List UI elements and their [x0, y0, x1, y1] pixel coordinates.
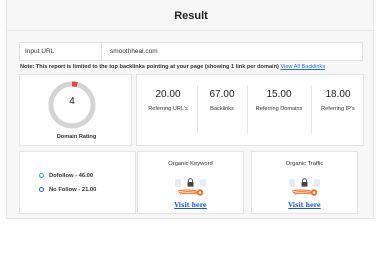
- nofollow-row: No Follow - 21.00: [39, 187, 96, 193]
- organic-traffic-card: Organic Traffic Visit here: [251, 151, 358, 214]
- stat-value: 18.00: [325, 89, 351, 100]
- organic-keyword-card: Organic Keyword Visit here: [137, 151, 244, 214]
- input-url-row: Input URL smoothheal.com: [19, 42, 363, 61]
- stat-value: 67.00: [209, 89, 235, 100]
- blurred-value: [314, 178, 321, 187]
- organic-traffic-visit-link[interactable]: Visit here: [252, 202, 357, 209]
- stat-value: 15.00: [266, 89, 292, 100]
- stat-label: Referring Domains: [255, 106, 303, 112]
- locked-value: [252, 174, 357, 187]
- stat-referring-domains: 15.00 Referring Domains: [249, 89, 309, 112]
- nofollow-dot-icon: [39, 187, 44, 192]
- stat-referring-ips: 18.00 Referring IP's: [313, 89, 363, 112]
- blurred-value: [200, 178, 207, 187]
- stat-label: Referring URL's: [148, 106, 188, 112]
- organic-traffic-title: Organic Traffic: [285, 161, 324, 167]
- domain-rating-gauge: 4: [47, 80, 97, 130]
- dofollow-dot-icon: [39, 173, 44, 178]
- stat-divider: [311, 85, 312, 133]
- stat-divider: [197, 85, 198, 133]
- title-divider: [7, 30, 375, 31]
- input-url-label: Input URL: [20, 43, 102, 60]
- locked-value: [138, 174, 243, 187]
- dofollow-text: Dofollow - 46.00: [49, 173, 94, 179]
- stat-label: Referring IP's: [321, 106, 355, 112]
- backlink-stats-card: 20.00 Referring URL's 67.00 Backlinks 15…: [136, 74, 364, 146]
- report-note: Note: This report is limited to the top …: [20, 64, 370, 70]
- stat-backlinks: 67.00 Backlinks: [201, 89, 243, 112]
- nofollow-text: No Follow - 21.00: [49, 187, 97, 193]
- lock-icon: [187, 178, 194, 187]
- follow-breakdown-card: Dofollow - 46.00 No Follow - 21.00: [19, 151, 136, 214]
- organic-keyword-title: Organic Keyword: [168, 161, 213, 167]
- input-url-value: smoothheal.com: [110, 48, 158, 55]
- blurred-value: [288, 178, 295, 187]
- view-all-backlinks-link[interactable]: View All Backlinks: [280, 64, 325, 70]
- organic-keyword-visit-link[interactable]: Visit here: [138, 202, 243, 209]
- dofollow-row: Dofollow - 46.00: [39, 173, 93, 179]
- blurred-value: [174, 178, 181, 187]
- domain-rating-label: Domain Rating: [56, 134, 97, 140]
- lock-icon: [301, 178, 308, 187]
- stat-referring-urls: 20.00 Referring URL's: [143, 89, 193, 112]
- domain-rating-card: 4 Domain Rating: [19, 74, 132, 146]
- page-title: Result: [174, 10, 208, 22]
- stat-label: Backlinks: [210, 106, 234, 112]
- stat-value: 20.00: [155, 89, 181, 100]
- note-text: Note: This report is limited to the top …: [20, 64, 279, 70]
- domain-rating-value: 4: [69, 96, 75, 107]
- semrush-logo-icon: [291, 189, 317, 196]
- semrush-logo-icon: [177, 189, 203, 196]
- result-panel: Result Input URL smoothheal.com Note: Th…: [6, 0, 375, 219]
- stat-divider: [247, 85, 248, 133]
